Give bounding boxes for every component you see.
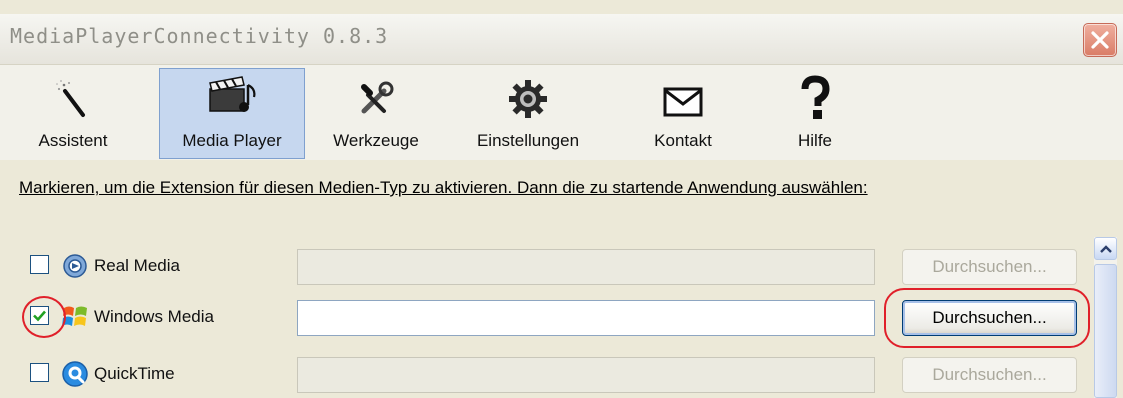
chevron-up-icon <box>1100 245 1112 253</box>
gear-icon <box>509 80 547 118</box>
scroll-up-button[interactable] <box>1094 237 1117 260</box>
windows-media-checkbox[interactable] <box>30 306 49 325</box>
windows-media-path-input[interactable] <box>297 300 875 336</box>
tools-icon <box>361 81 394 114</box>
quicktime-path-input[interactable] <box>297 357 875 393</box>
quicktime-checkbox[interactable] <box>30 363 49 382</box>
envelope-icon <box>663 87 703 117</box>
close-button[interactable] <box>1083 23 1117 57</box>
toolbar-label: Assistent <box>38 131 108 150</box>
quicktime-browse-button[interactable]: Durchsuchen... <box>902 357 1077 393</box>
real-media-path-input[interactable] <box>297 249 875 285</box>
toolbar-item-kontakt[interactable]: Kontakt <box>628 69 738 157</box>
instruction-text: Markieren, um die Extension für diesen M… <box>19 178 868 197</box>
real-media-label: Real Media <box>94 256 180 275</box>
toolbar-label: Werkzeuge <box>333 131 419 150</box>
toolbar-label: Einstellungen <box>476 131 580 150</box>
toolbar-item-hilfe[interactable]: Hilfe <box>770 69 860 157</box>
toolbar-item-werkzeuge[interactable]: Werkzeuge <box>312 69 440 157</box>
magic-wand-icon <box>56 80 85 117</box>
real-media-browse-button[interactable]: Durchsuchen... <box>902 249 1077 285</box>
toolbar-item-einstellungen[interactable]: Einstellungen <box>458 69 598 157</box>
toolbar-item-media-player[interactable]: Media Player <box>159 68 305 159</box>
vertical-scrollbar[interactable] <box>1094 237 1117 398</box>
scroll-thumb[interactable] <box>1094 264 1117 398</box>
real-media-checkbox[interactable] <box>30 255 49 274</box>
toolbar-label: Hilfe <box>797 131 832 150</box>
close-icon <box>1091 31 1109 49</box>
windows-media-browse-button[interactable]: Durchsuchen... <box>902 300 1077 336</box>
media-row-windows-media: Windows Media Durchsuchen... <box>0 295 1090 339</box>
app-window: MediaPlayerConnectivity 0.8.3 Assistent <box>0 0 1123 398</box>
question-icon <box>801 75 830 119</box>
window-title: MediaPlayerConnectivity 0.8.3 <box>10 24 389 48</box>
realplayer-icon <box>63 254 87 278</box>
media-row-real-media: Real Media Durchsuchen... <box>0 244 1090 288</box>
toolbar-label: Media Player <box>182 131 282 150</box>
checkmark-icon <box>33 310 46 322</box>
toolbar-label: Kontakt <box>654 131 712 150</box>
toolbar: Assistent Media Player Werkzeuge Einstel… <box>0 65 1123 160</box>
title-bar: MediaPlayerConnectivity 0.8.3 <box>0 14 1123 65</box>
media-row-quicktime: QuickTime Durchsuchen... <box>0 352 1090 396</box>
windows-media-label: Windows Media <box>94 307 214 326</box>
quicktime-icon <box>62 361 88 387</box>
quicktime-label: QuickTime <box>94 364 175 383</box>
toolbar-item-assistent[interactable]: Assistent <box>18 69 128 157</box>
windows-media-icon <box>62 306 87 326</box>
media-player-icon <box>209 76 256 112</box>
